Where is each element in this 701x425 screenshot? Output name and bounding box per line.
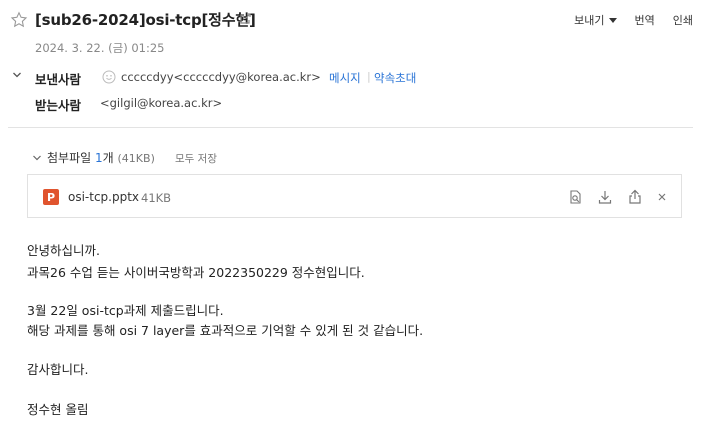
from-address[interactable]: cccccdyy<cccccdyy@korea.ac.kr> [121, 70, 321, 84]
attachment-file-name[interactable]: osi-tcp.pptx [68, 190, 139, 204]
print-button[interactable]: 인쇄 [673, 12, 693, 28]
body-line: 안녕하십니까. [27, 243, 100, 258]
link-separator: | [367, 70, 371, 83]
from-label: 보낸사람 [35, 72, 82, 87]
powerpoint-file-icon: P [43, 189, 59, 205]
download-icon[interactable] [597, 189, 613, 205]
send-menu-button[interactable]: 보내기 [574, 12, 617, 28]
body-line: 정수현 올림 [27, 402, 89, 417]
send-menu-label: 보내기 [574, 14, 605, 27]
to-address[interactable]: <gilgil@korea.ac.kr> [100, 96, 222, 110]
attachment-total-size: (41KB) [117, 152, 155, 165]
attachment-title: 첨부파일 [47, 151, 92, 165]
chevron-down-icon[interactable] [12, 70, 22, 80]
attachment-file-size: 41KB [141, 191, 172, 205]
header-divider [8, 127, 693, 128]
body-line: 과목26 수업 듣는 사이버국방학과 2022350229 정수현입니다. [27, 265, 365, 280]
mail-subject: [sub26-2024]osi-tcp[정수현] [35, 11, 256, 29]
attachment-count-suffix: 개 [102, 151, 114, 165]
open-new-window-icon[interactable] [238, 12, 252, 26]
share-icon[interactable] [627, 189, 643, 205]
chevron-down-icon[interactable] [32, 153, 42, 163]
caret-down-icon [608, 17, 617, 23]
message-link[interactable]: 메시지 [329, 70, 361, 86]
to-label: 받는사람 [35, 98, 82, 113]
header-actions: 보내기 번역 인쇄 [574, 12, 693, 28]
save-all-button[interactable]: 모두 저장 [175, 151, 217, 166]
preview-icon[interactable] [567, 189, 583, 205]
appointment-link[interactable]: 약속초대 [374, 70, 416, 86]
body-line: 3월 22일 osi-tcp과제 제출드립니다. [27, 303, 224, 318]
body-line: 감사합니다. [27, 362, 89, 377]
attachment-count: 1 [95, 151, 103, 165]
body-line: 해당 과제를 통해 osi 7 layer를 효과적으로 기억할 수 있게 된 … [27, 323, 424, 338]
star-icon[interactable] [10, 11, 28, 29]
attachment-header[interactable]: 첨부파일 1개 (41KB) [47, 149, 155, 166]
mail-date: 2024. 3. 22. (금) 01:25 [35, 41, 165, 55]
close-icon[interactable] [654, 189, 670, 205]
svg-text:P: P [47, 191, 55, 204]
smiley-icon [102, 70, 116, 84]
translate-button[interactable]: 번역 [635, 12, 655, 28]
